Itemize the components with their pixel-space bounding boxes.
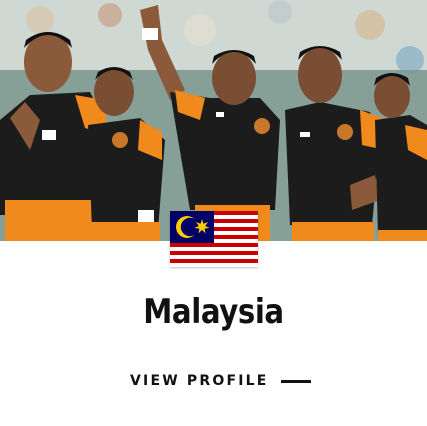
country-name: Malaysia xyxy=(143,292,284,332)
line-arrow-icon xyxy=(280,379,311,383)
malaysia-flag-icon xyxy=(170,211,258,267)
view-profile-link[interactable]: VIEW PROFILE xyxy=(130,371,311,391)
team-card[interactable]: Malaysia VIEW PROFILE xyxy=(0,0,427,426)
view-profile-label: VIEW PROFILE xyxy=(130,373,269,389)
team-photo xyxy=(0,0,427,241)
